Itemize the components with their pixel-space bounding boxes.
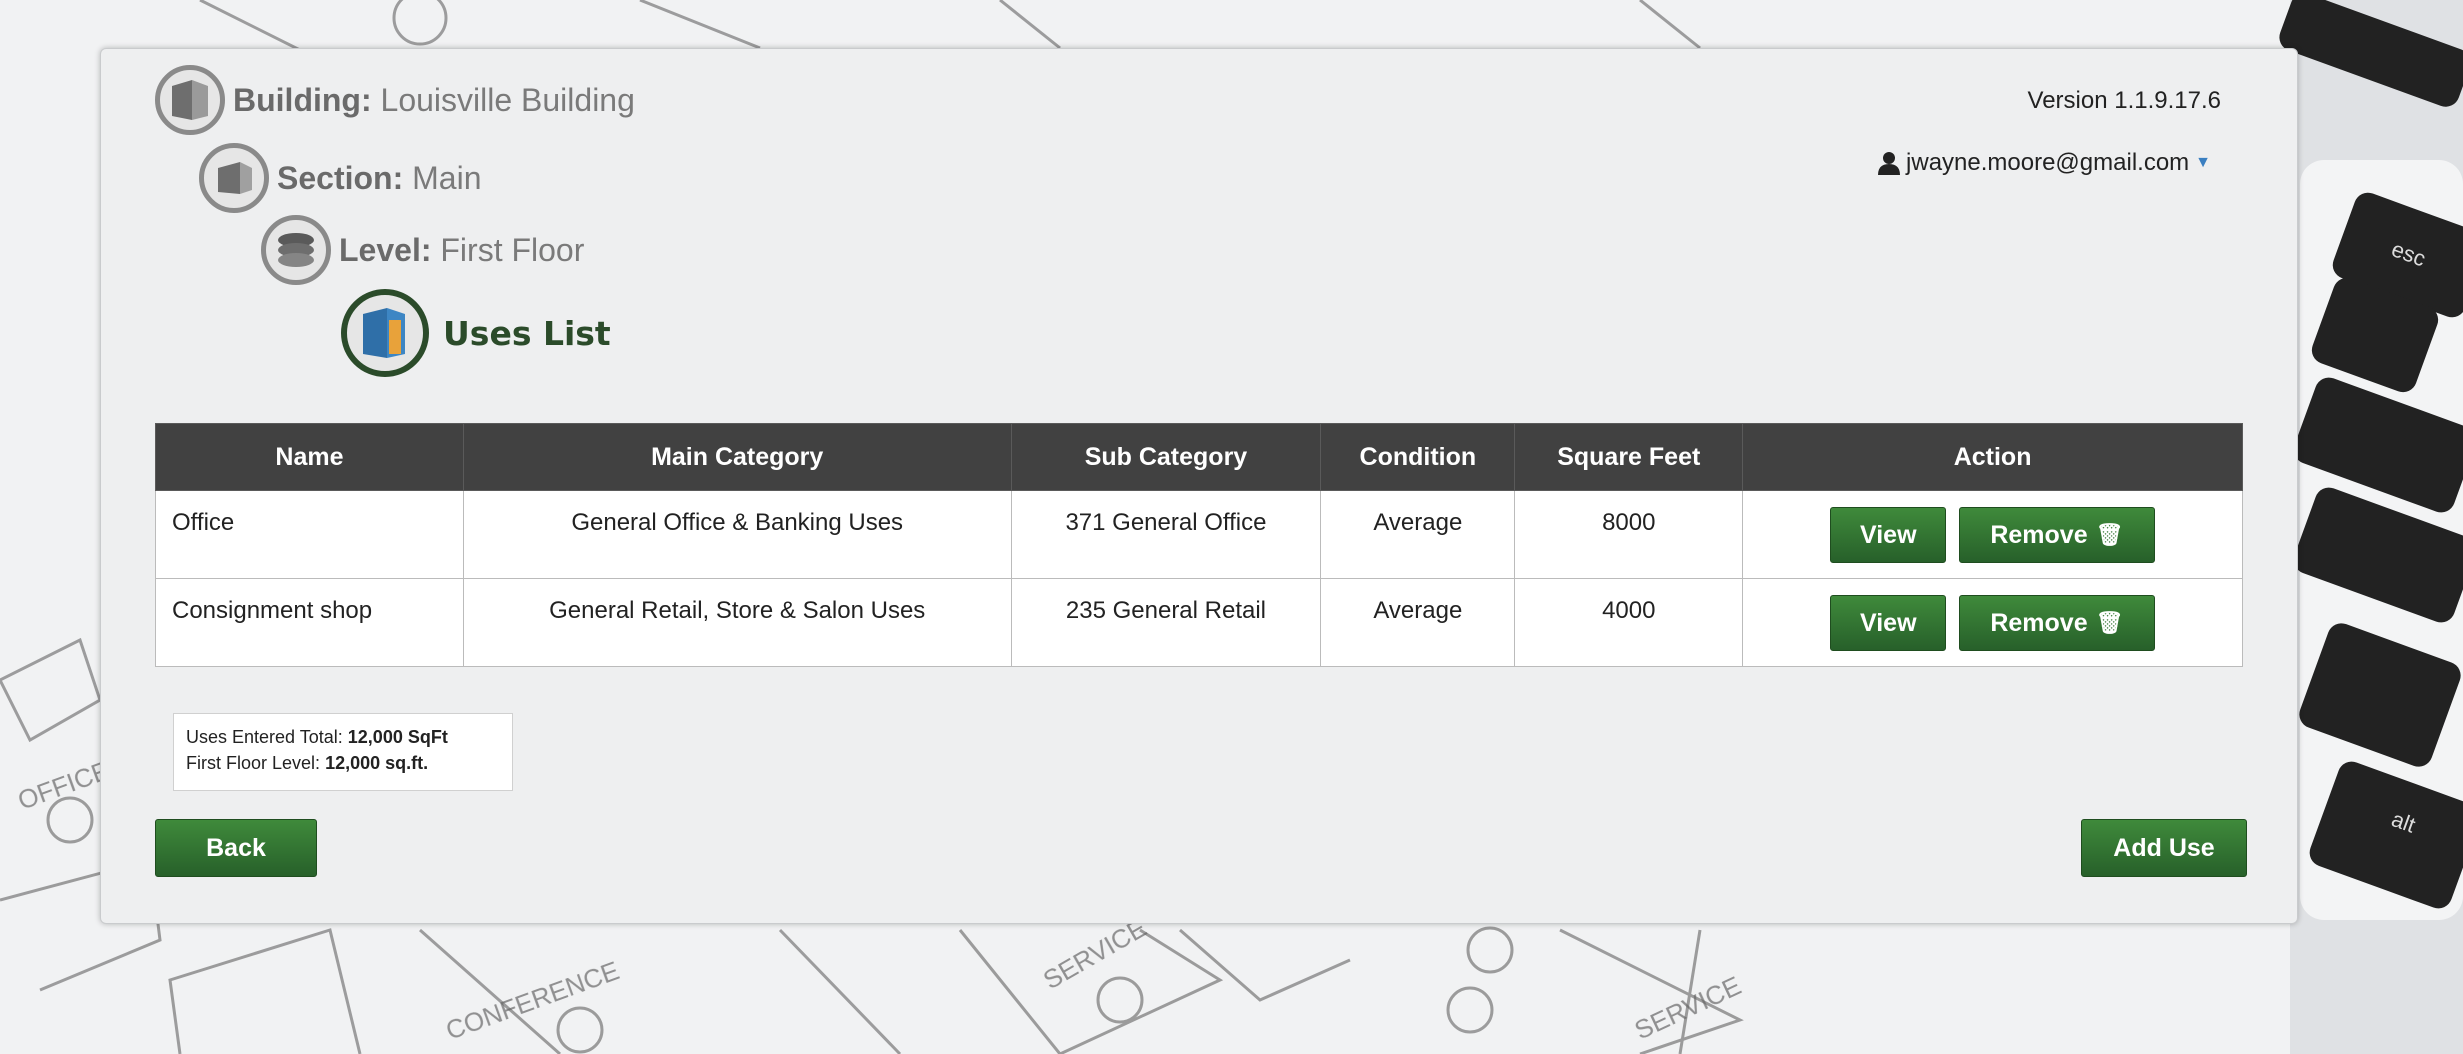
section-icon bbox=[199, 143, 269, 213]
cell-main-category: General Office & Banking Uses bbox=[462, 490, 1012, 579]
user-icon bbox=[1878, 152, 1901, 175]
caret-down-icon: ▼ bbox=[2195, 154, 2211, 171]
version-text: Version 1.1.9.17.6 bbox=[2027, 87, 2221, 114]
cell-main-category: General Retail, Store & Salon Uses bbox=[462, 578, 1012, 667]
user-menu[interactable]: jwayne.moore@gmail.com ▼ bbox=[1878, 149, 2211, 177]
col-condition-header: Condition bbox=[1320, 423, 1516, 491]
breadcrumb-section[interactable]: Section: Main bbox=[199, 143, 481, 213]
uses-total-line: Uses Entered Total: 12,000 SqFt bbox=[186, 724, 500, 750]
add-use-button[interactable]: Add Use bbox=[2081, 819, 2247, 877]
cell-square-feet: 4000 bbox=[1514, 578, 1744, 667]
breadcrumb-building[interactable]: Building: Louisville Building bbox=[155, 65, 635, 135]
table-row: Office General Office & Banking Uses 371… bbox=[155, 490, 2243, 579]
cell-sub-category: 235 General Retail bbox=[1010, 578, 1322, 667]
level-layers-icon bbox=[261, 215, 331, 285]
breadcrumb-level[interactable]: Level: First Floor bbox=[261, 215, 584, 285]
uses-table: Name Main Category Sub Category Conditio… bbox=[155, 423, 2243, 667]
keyboard-image: esc alt bbox=[2279, 0, 2463, 1054]
table-header-row: Name Main Category Sub Category Conditio… bbox=[155, 423, 2243, 491]
page-title: Uses List bbox=[443, 313, 611, 353]
breadcrumb-current: Uses List bbox=[341, 289, 611, 377]
view-button-label: View bbox=[1860, 608, 1917, 637]
view-button[interactable]: View bbox=[1830, 595, 1947, 651]
building-name: Louisville Building bbox=[380, 81, 635, 118]
cell-condition: Average bbox=[1320, 490, 1516, 579]
level-name: First Floor bbox=[440, 231, 585, 268]
level-label: Level: bbox=[339, 231, 432, 268]
cell-action: View Remove 🗑 bbox=[1742, 490, 2243, 579]
back-button[interactable]: Back bbox=[155, 819, 317, 877]
uses-total-value: 12,000 SqFt bbox=[347, 727, 448, 747]
cell-name: Consignment shop bbox=[155, 578, 464, 667]
table-row: Consignment shop General Retail, Store &… bbox=[155, 578, 2243, 667]
trash-icon: 🗑 bbox=[2095, 522, 2124, 547]
col-action-header: Action bbox=[1742, 423, 2243, 491]
remove-button[interactable]: Remove 🗑 bbox=[1958, 595, 2155, 651]
level-total-value: 12,000 sq.ft. bbox=[325, 753, 429, 773]
totals-summary: Uses Entered Total: 12,000 SqFt First Fl… bbox=[173, 713, 513, 791]
col-square-feet-header: Square Feet bbox=[1514, 423, 1744, 491]
col-sub-category-header: Sub Category bbox=[1010, 423, 1322, 491]
level-total-line: First Floor Level: 12,000 sq.ft. bbox=[186, 750, 500, 776]
view-button[interactable]: View bbox=[1830, 507, 1947, 563]
col-name-header: Name bbox=[155, 423, 464, 491]
level-total-label: First Floor Level: bbox=[186, 753, 321, 773]
remove-button[interactable]: Remove 🗑 bbox=[1958, 507, 2155, 563]
building-icon bbox=[155, 65, 225, 135]
user-email: jwayne.moore@gmail.com bbox=[1906, 149, 2190, 176]
cell-name: Office bbox=[155, 490, 464, 579]
uses-door-icon bbox=[341, 289, 429, 377]
remove-button-label: Remove bbox=[1990, 608, 2088, 637]
remove-button-label: Remove bbox=[1990, 520, 2088, 549]
col-main-category-header: Main Category bbox=[462, 423, 1012, 491]
section-name: Main bbox=[412, 159, 482, 196]
section-label: Section: bbox=[277, 159, 404, 196]
view-button-label: View bbox=[1860, 520, 1917, 549]
uses-total-label: Uses Entered Total: bbox=[186, 727, 343, 747]
cell-condition: Average bbox=[1320, 578, 1516, 667]
cell-action: View Remove 🗑 bbox=[1742, 578, 2243, 667]
main-panel: Building: Louisville Building Section: M… bbox=[100, 48, 2298, 924]
building-label: Building: bbox=[233, 81, 372, 118]
trash-icon: 🗑 bbox=[2095, 610, 2124, 635]
cell-square-feet: 8000 bbox=[1514, 490, 1744, 579]
cell-sub-category: 371 General Office bbox=[1010, 490, 1322, 579]
